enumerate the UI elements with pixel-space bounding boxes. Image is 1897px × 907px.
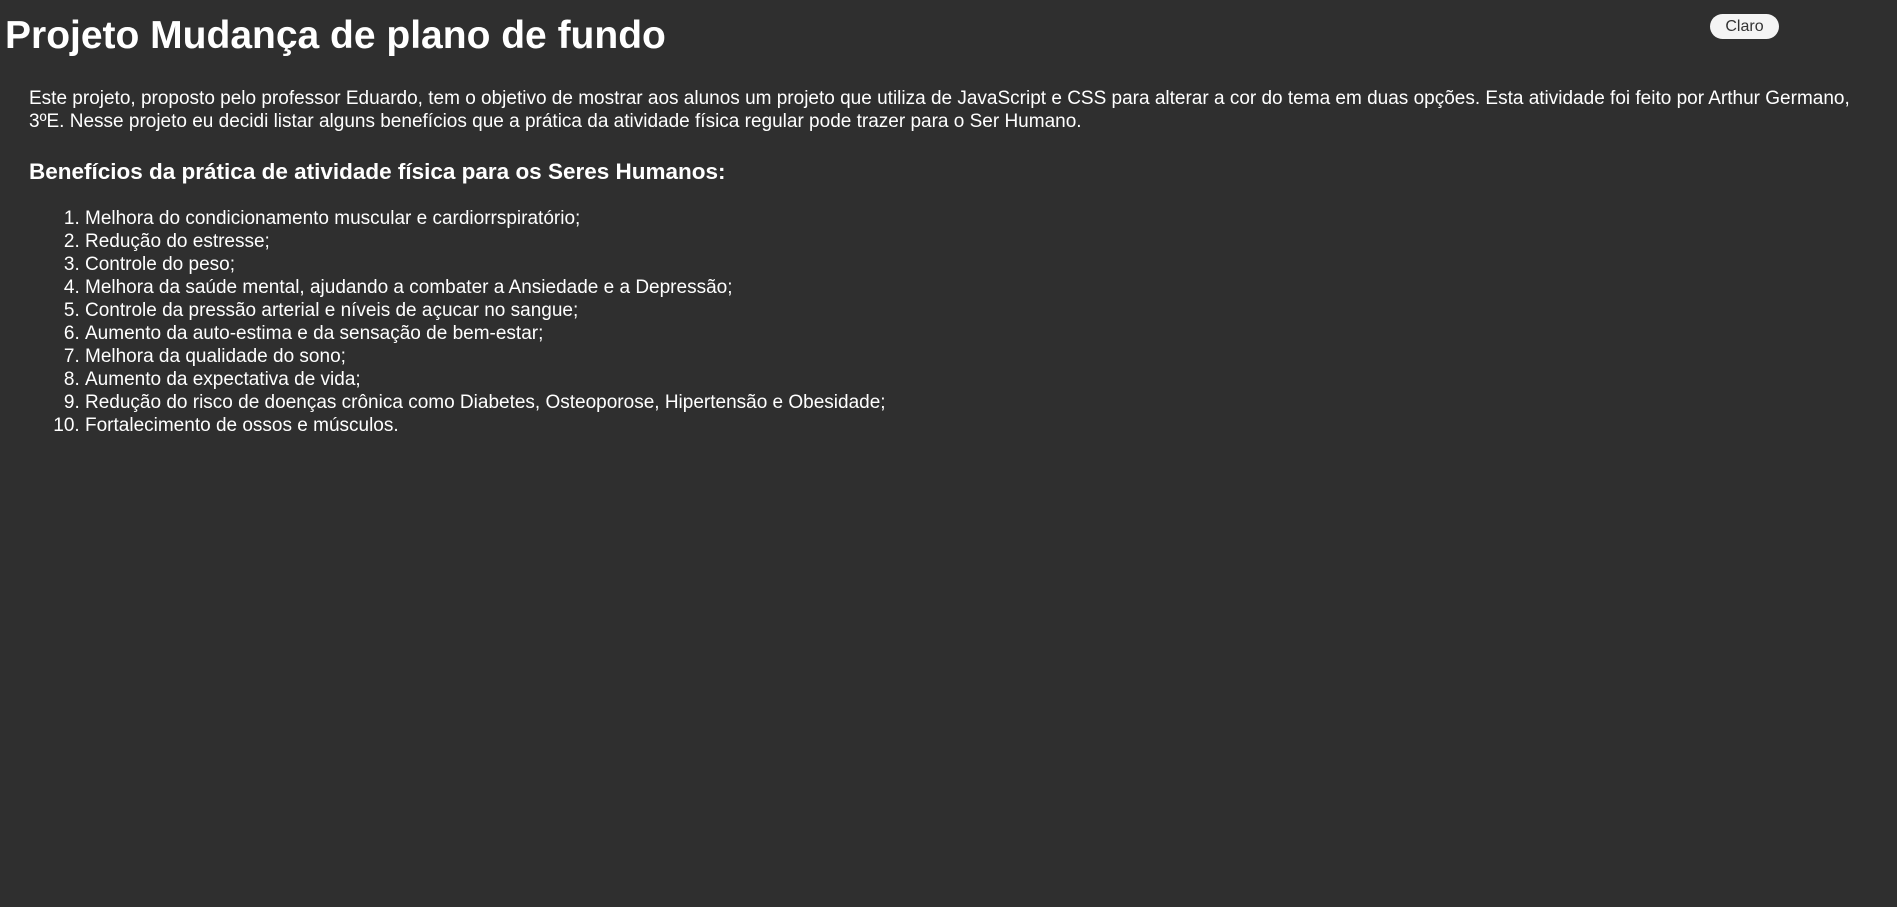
list-item: Melhora da saúde mental, ajudando a comb…: [85, 276, 1884, 299]
intro-paragraph: Este projeto, proposto pelo professor Ed…: [29, 88, 1850, 132]
list-item: Redução do estresse;: [85, 230, 1884, 253]
theme-toggle-button[interactable]: Claro: [1710, 14, 1779, 39]
list-item: Controle da pressão arterial e níveis de…: [85, 299, 1884, 322]
list-item: Aumento da auto-estima e da sensação de …: [85, 322, 1884, 345]
main-content: Este projeto, proposto pelo professor Ed…: [29, 87, 1884, 437]
list-item: Melhora da qualidade do sono;: [85, 345, 1884, 368]
list-item: Melhora do condicionamento muscular e ca…: [85, 207, 1884, 230]
list-item: Controle do peso;: [85, 253, 1884, 276]
list-item: Redução do risco de doenças crônica como…: [85, 391, 1884, 414]
benefits-heading: Benefícios da prática de atividade físic…: [29, 159, 726, 184]
list-item: Aumento da expectativa de vida;: [85, 368, 1884, 391]
benefits-list: Melhora do condicionamento muscular e ca…: [29, 207, 1884, 437]
page-title: Projeto Mudança de plano de fundo: [5, 14, 666, 57]
list-item: Fortalecimento de ossos e músculos.: [85, 414, 1884, 437]
